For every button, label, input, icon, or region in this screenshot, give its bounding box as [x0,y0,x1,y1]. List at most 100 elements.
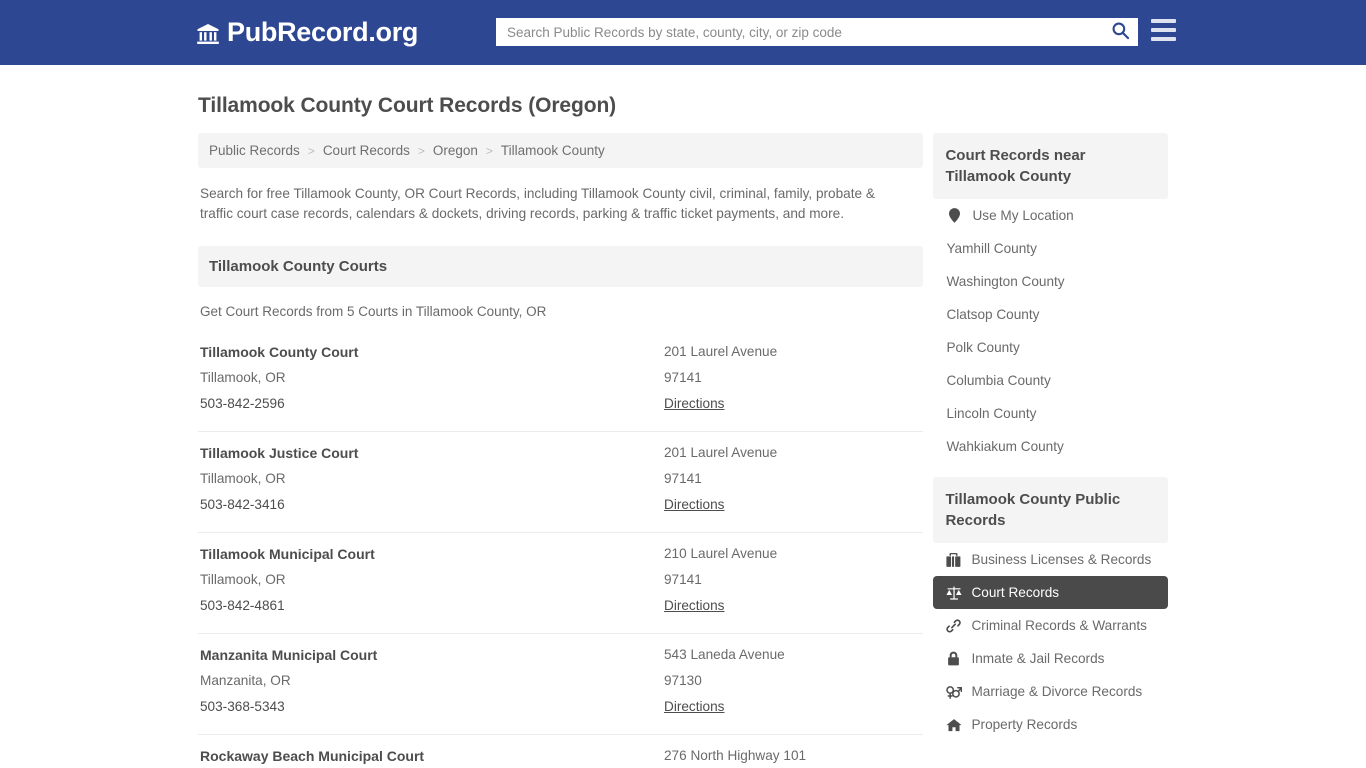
sidebar-item-columbia-county[interactable]: Columbia County [933,364,1168,397]
court-address: 543 Laneda Avenue 97130 Directions [664,642,923,720]
sidebar-item-label: Criminal Records & Warrants [971,618,1147,633]
court-info: Tillamook Municipal Court Tillamook, OR … [198,541,664,619]
sidebar-item-label: Yamhill County [946,241,1037,256]
courts-section-note: Get Court Records from 5 Courts in Tilla… [200,304,547,319]
sidebar-item-wahkiakum-county[interactable]: Wahkiakum County [933,430,1168,463]
sidebar-item-label: Inmate & Jail Records [971,651,1105,666]
hamburger-menu-icon[interactable] [1151,19,1176,41]
sidebar-item-label: Washington County [946,274,1065,289]
breadcrumb-separator-icon: > [417,143,425,158]
table-row: Tillamook Municipal Court Tillamook, OR … [198,533,924,634]
court-name-link[interactable]: Rockaway Beach Municipal Court [200,748,424,764]
page-title: Tillamook County Court Records (Oregon) [198,94,617,117]
breadcrumb-separator-icon: > [307,143,315,158]
court-city: Manzanita, OR [200,673,291,688]
breadcrumb-item-public-records[interactable]: Public Records [209,143,300,158]
court-address: 210 Laurel Avenue 97141 Directions [664,541,923,619]
court-info: Rockaway Beach Municipal Court Rockaway … [198,743,664,768]
sidebar: Court Records near Tillamook County Use … [933,133,1168,755]
sidebar-item-business-licenses[interactable]: Business Licenses & Records [933,543,1168,576]
public-records-panel-heading: Tillamook County Public Records [933,477,1168,543]
search-icon [1111,21,1130,43]
sidebar-item-polk-county[interactable]: Polk County [933,331,1168,364]
court-street: 201 Laurel Avenue [664,445,778,460]
lock-icon [945,651,962,666]
sidebar-item-court-records[interactable]: Court Records [933,576,1168,609]
home-icon [945,717,962,732]
page-body: Tillamook County Court Records (Oregon) … [0,93,1366,768]
court-name-link[interactable]: Tillamook Municipal Court [200,546,375,562]
venus-mars-icon [945,684,962,699]
sidebar-item-label: Lincoln County [946,406,1037,421]
court-name-link[interactable]: Tillamook Justice Court [200,445,358,461]
breadcrumb-item-court-records[interactable]: Court Records [323,143,410,158]
main-content: Public Records > Court Records > Oregon … [198,133,924,768]
court-name-link[interactable]: Manzanita Municipal Court [200,647,377,663]
link-chain-icon [945,618,962,633]
site-logo[interactable]: PubRecord.org [196,19,418,46]
sidebar-item-inmate-jail-records[interactable]: Inmate & Jail Records [933,642,1168,675]
brand-name: PubRecord.org [227,17,419,47]
court-info: Manzanita Municipal Court Manzanita, OR … [198,642,664,720]
sidebar-item-label: Use My Location [972,208,1074,223]
court-city: Tillamook, OR [200,471,286,486]
directions-link[interactable]: Directions [664,492,724,518]
search-input[interactable] [497,19,1103,45]
sidebar-item-property-records[interactable]: Property Records [933,708,1168,741]
court-phone: 503-842-4861 [200,598,285,613]
courts-list: Tillamook County Court Tillamook, OR 503… [198,339,924,768]
breadcrumb: Public Records > Court Records > Oregon … [198,133,924,168]
court-name-link[interactable]: Tillamook County Court [200,344,358,360]
sidebar-item-label: Polk County [946,340,1020,355]
court-city: Tillamook, OR [200,572,286,587]
court-street: 201 Laurel Avenue [664,344,778,359]
site-header: PubRecord.org [0,0,1366,65]
map-pin-icon [946,208,963,223]
court-street: 210 Laurel Avenue [664,546,778,561]
court-phone: 503-368-5343 [200,699,285,714]
breadcrumb-separator-icon: > [485,143,493,158]
search-button[interactable] [1103,19,1137,45]
court-phone: 503-842-3416 [200,497,285,512]
court-phone: 503-842-2596 [200,396,285,411]
scales-of-justice-icon [945,585,962,600]
courts-section-heading: Tillamook County Courts [198,246,924,287]
sidebar-item-label: Clatsop County [946,307,1040,322]
sidebar-item-marriage-divorce-records[interactable]: Marriage & Divorce Records [933,675,1168,708]
table-row: Manzanita Municipal Court Manzanita, OR … [198,634,924,735]
court-zip: 97141 [664,471,702,486]
breadcrumb-item-oregon[interactable]: Oregon [433,143,478,158]
table-row: Tillamook Justice Court Tillamook, OR 50… [198,432,924,533]
sidebar-item-label: Business Licenses & Records [971,552,1152,567]
court-address: 201 Laurel Avenue 97141 Directions [664,440,923,518]
nearby-court-records-panel: Court Records near Tillamook County Use … [933,133,1168,463]
bank-icon [196,22,220,46]
sidebar-item-washington-county[interactable]: Washington County [933,265,1168,298]
court-info: Tillamook Justice Court Tillamook, OR 50… [198,440,664,518]
sidebar-item-label: Court Records [971,585,1060,600]
hamburger-bar [1151,19,1176,23]
sidebar-item-clatsop-county[interactable]: Clatsop County [933,298,1168,331]
sidebar-item-lincoln-county[interactable]: Lincoln County [933,397,1168,430]
court-address: 276 North Highway 101 97136 Directions [664,743,923,768]
sidebar-item-label: Wahkiakum County [946,439,1064,454]
public-records-list: Business Licenses & Records Court Record… [933,543,1168,741]
sidebar-item-yamhill-county[interactable]: Yamhill County [933,232,1168,265]
sidebar-item-use-my-location[interactable]: Use My Location [933,199,1168,232]
court-zip: 97141 [664,572,702,587]
directions-link[interactable]: Directions [664,391,724,417]
nearby-panel-heading: Court Records near Tillamook County [933,133,1168,199]
hamburger-bar [1151,28,1176,32]
court-zip: 97130 [664,673,702,688]
sidebar-item-label: Property Records [971,717,1078,732]
public-records-panel: Tillamook County Public Records Business… [933,477,1168,741]
sidebar-item-label: Columbia County [946,373,1051,388]
directions-link[interactable]: Directions [664,694,724,720]
directions-link[interactable]: Directions [664,593,724,619]
table-row: Rockaway Beach Municipal Court Rockaway … [198,735,923,768]
search-bar[interactable] [496,18,1138,46]
page-intro-text: Search for free Tillamook County, OR Cou… [200,186,875,221]
court-city: Tillamook, OR [200,370,286,385]
table-row: Tillamook County Court Tillamook, OR 503… [198,339,924,432]
sidebar-item-criminal-records[interactable]: Criminal Records & Warrants [933,609,1168,642]
